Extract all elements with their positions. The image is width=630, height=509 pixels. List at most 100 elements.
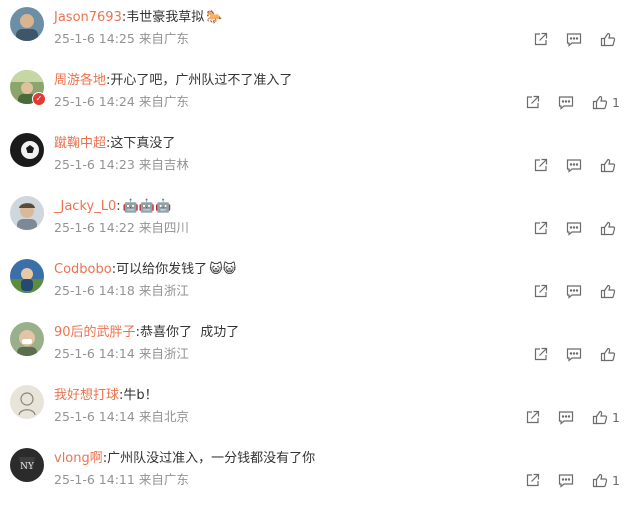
username-link[interactable]: 周游各地 bbox=[54, 73, 106, 88]
share-button[interactable] bbox=[525, 473, 540, 488]
comment-line: 90后的武胖子:恭喜你了 成功了 bbox=[54, 323, 239, 343]
avatar[interactable] bbox=[10, 196, 44, 230]
share-button[interactable] bbox=[525, 95, 540, 110]
comment-actions bbox=[533, 345, 620, 363]
like-button[interactable] bbox=[600, 158, 620, 173]
comment-actions: 1 bbox=[525, 93, 620, 111]
avatar[interactable] bbox=[10, 322, 44, 356]
comment-item: ✓ 周游各地:开心了吧，广州队过不了准入了 25-1-6 14:24 来自广东 … bbox=[0, 70, 630, 131]
emoji: 😺😺 bbox=[209, 262, 237, 277]
comment-text: 这下真没了 bbox=[110, 136, 176, 151]
like-button[interactable]: 1 bbox=[592, 95, 620, 110]
comment-meta: 25-1-6 14:14 来自北京 bbox=[54, 408, 189, 426]
share-icon bbox=[526, 95, 540, 108]
comment-item: 90后的武胖子:恭喜你了 成功了 25-1-6 14:14 来自浙江 bbox=[0, 322, 630, 383]
timestamp: 25-1-6 14:24 bbox=[54, 94, 135, 109]
avatar[interactable] bbox=[10, 7, 44, 41]
share-icon bbox=[526, 410, 540, 423]
location: 来自广东 bbox=[138, 31, 189, 46]
thumbs-up-icon bbox=[592, 473, 608, 487]
comment-line: vlong啊:广州队没过准入，一分钱都没有了你 bbox=[54, 449, 315, 469]
comment-item: 我好想打球:牛b！ 25-1-6 14:14 来自北京 1 bbox=[0, 385, 630, 446]
comment-line: 蹴鞠中超:这下真没了 bbox=[54, 134, 175, 154]
like-button[interactable]: 1 bbox=[592, 410, 620, 425]
location: 来自浙江 bbox=[138, 283, 189, 298]
avatar[interactable]: NY bbox=[10, 448, 44, 482]
comment-item: Jason7693:韦世豪我草拟 🐎 25-1-6 14:25 来自广东 bbox=[0, 7, 630, 68]
username-link[interactable]: _Jacky_L0 bbox=[54, 199, 116, 214]
share-button[interactable] bbox=[533, 221, 548, 236]
separator: : bbox=[116, 199, 121, 214]
thumbs-up-icon bbox=[600, 158, 616, 172]
reply-button[interactable] bbox=[566, 284, 582, 299]
comment-line: Jason7693:韦世豪我草拟 🐎 bbox=[54, 8, 222, 28]
reply-button[interactable] bbox=[566, 221, 582, 236]
like-button[interactable]: 1 bbox=[592, 473, 620, 488]
comment-actions: 1 bbox=[525, 471, 620, 489]
reply-icon bbox=[566, 158, 582, 173]
comment-meta: 25-1-6 14:24 来自广东 bbox=[54, 93, 189, 111]
timestamp: 25-1-6 14:11 bbox=[54, 472, 135, 487]
like-button[interactable] bbox=[600, 284, 620, 299]
username-link[interactable]: 我好想打球 bbox=[54, 388, 119, 403]
reply-button[interactable] bbox=[558, 410, 574, 425]
username-link[interactable]: 蹴鞠中超 bbox=[54, 136, 106, 151]
share-button[interactable] bbox=[533, 347, 548, 362]
username-link[interactable]: Codbobo bbox=[54, 262, 112, 277]
reply-button[interactable] bbox=[558, 95, 574, 110]
share-button[interactable] bbox=[533, 284, 548, 299]
like-button[interactable] bbox=[600, 347, 620, 362]
thumbs-up-icon bbox=[600, 347, 616, 361]
location: 来自四川 bbox=[138, 220, 189, 235]
comment-text: 广州队没过准入，一分钱都没有了你 bbox=[107, 451, 316, 466]
username-link[interactable]: vlong啊 bbox=[54, 451, 103, 466]
avatar[interactable]: ✓ bbox=[10, 70, 46, 106]
reply-button[interactable] bbox=[566, 158, 582, 173]
timestamp: 25-1-6 14:14 bbox=[54, 409, 135, 424]
location: 来自广东 bbox=[138, 94, 189, 109]
timestamp: 25-1-6 14:14 bbox=[54, 346, 135, 361]
username-link[interactable]: Jason7693 bbox=[54, 10, 122, 25]
avatar[interactable] bbox=[10, 259, 44, 293]
like-button[interactable] bbox=[600, 32, 620, 47]
comment-text: 韦世豪我草拟 bbox=[126, 10, 205, 25]
location: 来自吉林 bbox=[138, 157, 189, 172]
avatar[interactable] bbox=[10, 133, 44, 167]
avatar[interactable] bbox=[10, 385, 44, 419]
share-button[interactable] bbox=[525, 410, 540, 425]
comment-text: 开心了吧，广州队过不了准入了 bbox=[110, 73, 293, 88]
share-icon bbox=[534, 347, 548, 360]
location: 来自北京 bbox=[138, 409, 189, 424]
timestamp: 25-1-6 14:22 bbox=[54, 220, 135, 235]
comment-actions bbox=[533, 156, 620, 174]
comment-item: 蹴鞠中超:这下真没了 25-1-6 14:23 来自吉林 bbox=[0, 133, 630, 194]
timestamp: 25-1-6 14:25 bbox=[54, 31, 135, 46]
reply-button[interactable] bbox=[558, 473, 574, 488]
like-count: 1 bbox=[612, 94, 620, 110]
reply-button[interactable] bbox=[566, 347, 582, 362]
share-button[interactable] bbox=[533, 32, 548, 47]
comment-line: _Jacky_L0: 🤖🤖🤖 bbox=[54, 197, 171, 217]
thumbs-up-icon bbox=[600, 32, 616, 46]
share-icon bbox=[534, 32, 548, 45]
like-count: 1 bbox=[612, 409, 620, 425]
comment-meta: 25-1-6 14:14 来自浙江 bbox=[54, 345, 189, 363]
svg-text:NY: NY bbox=[20, 462, 35, 472]
share-button[interactable] bbox=[533, 158, 548, 173]
comment-text: 牛b！ bbox=[123, 388, 158, 403]
reply-icon bbox=[558, 473, 574, 488]
comment-list: Jason7693:韦世豪我草拟 🐎 25-1-6 14:25 来自广东 ✓ 周… bbox=[0, 0, 630, 497]
comment-meta: 25-1-6 14:22 来自四川 bbox=[54, 219, 189, 237]
username-link[interactable]: 90后的武胖子 bbox=[54, 325, 136, 340]
timestamp: 25-1-6 14:18 bbox=[54, 283, 135, 298]
like-button[interactable] bbox=[600, 221, 620, 236]
reply-icon bbox=[566, 347, 582, 362]
verified-badge-icon: ✓ bbox=[32, 92, 46, 106]
location: 来自浙江 bbox=[138, 346, 189, 361]
reply-icon bbox=[558, 95, 574, 110]
reply-icon bbox=[566, 221, 582, 236]
reply-button[interactable] bbox=[566, 32, 582, 47]
comment-meta: 25-1-6 14:18 来自浙江 bbox=[54, 282, 189, 300]
comment-line: 周游各地:开心了吧，广州队过不了准入了 bbox=[54, 71, 292, 91]
emoji: 🐎 bbox=[206, 10, 223, 25]
